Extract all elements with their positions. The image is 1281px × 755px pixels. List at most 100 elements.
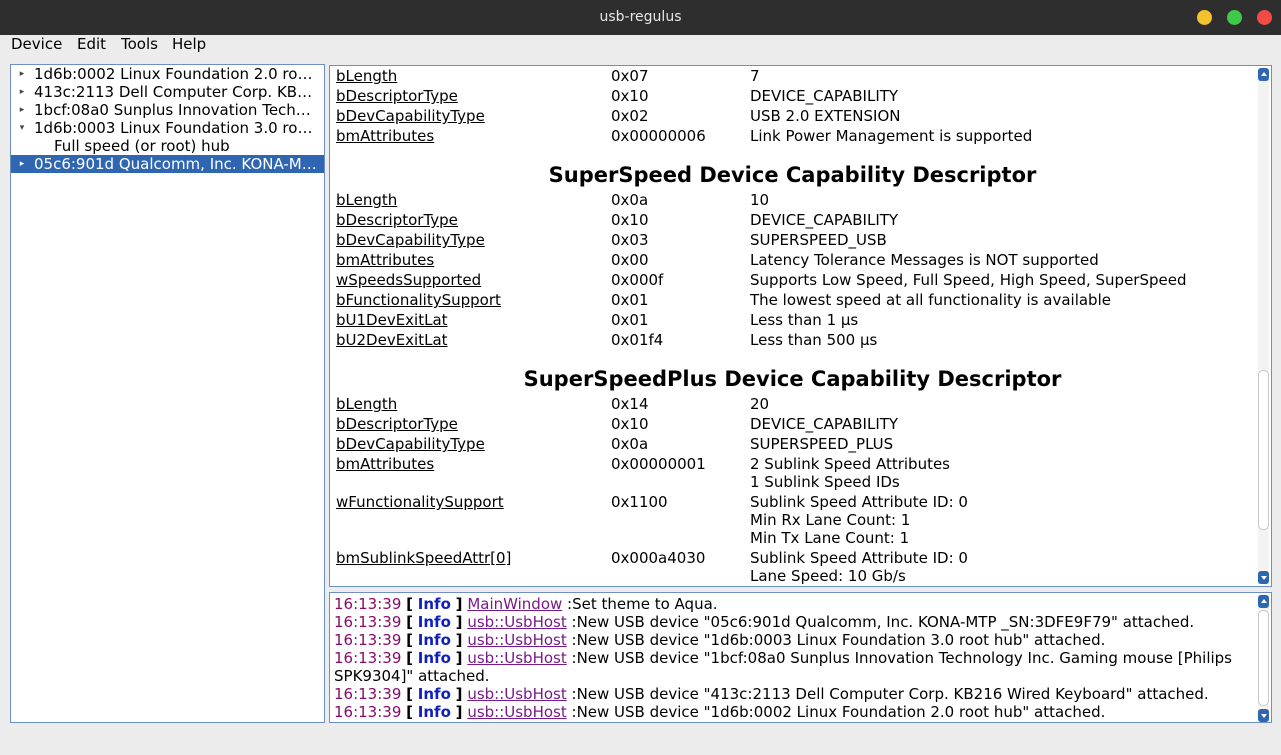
descriptor-row: bmAttributes 0x00000001 2 Sublink Speed At… [330,455,1255,473]
log-timestamp: 16:13:39 [334,595,402,613]
field-description: DEVICE_CAPABILITY [750,211,899,229]
log-timestamp: 16:13:39 [334,613,402,631]
field-value: 0x01 [611,291,649,309]
menu-edit[interactable]: Edit [77,35,106,55]
log-message: :Set theme to Aqua. [567,595,718,613]
scroll-down-arrow-icon[interactable] [1258,709,1269,722]
window-title: usb-regulus [599,9,682,25]
field-name-link[interactable]: bLength [336,191,397,209]
scroll-up-arrow-icon[interactable] [1258,68,1269,81]
log-bracket: [ [406,631,414,649]
field-name-link[interactable]: bDevCapabilityType [336,435,485,453]
field-description: USB 2.0 EXTENSION [750,107,901,125]
log-timestamp: 16:13:39 [334,649,402,667]
minimize-button[interactable] [1197,10,1212,25]
scroll-thumb[interactable] [1258,370,1269,530]
field-description: 2 Sublink Speed Attributes [750,455,950,473]
field-description: Less than 500 µs [750,331,878,349]
collapse-arrow-icon[interactable]: ▾ [17,119,27,137]
descriptor-row: bU2DevExitLat 0x01f4 Less than 500 µs [330,331,1255,349]
log-source-link[interactable]: usb::UsbHost [467,703,566,721]
field-name-link[interactable]: bDevCapabilityType [336,231,485,249]
log-entry: 16:13:39 [ Info ] usb::UsbHost :New USB … [334,685,1254,703]
log-bracket: [ [406,685,414,703]
log-message: :New USB device "413c:2113 Dell Computer… [571,685,1209,703]
log-source-link[interactable]: MainWindow [467,595,562,613]
expand-arrow-icon[interactable]: ▸ [17,65,27,83]
menu-bar: Device Edit Tools Help [0,35,1281,55]
expand-arrow-icon[interactable]: ▸ [17,83,27,101]
log-entry: 16:13:39 [ Info ] MainWindow :Set theme … [334,595,1254,613]
tree-item[interactable]: ▸ 1d6b:0002 Linux Foundation 2.0 ro… [11,65,324,83]
log-bracket: [ [406,595,414,613]
field-name-link[interactable]: wFunctionalitySupport [336,493,504,511]
field-name-link[interactable]: bLength [336,395,397,413]
menu-tools[interactable]: Tools [121,35,158,55]
log-level: Info [417,631,451,649]
tree-item[interactable]: ▸ 1bcf:08a0 Sunplus Innovation Techn… [11,101,324,119]
field-name-link[interactable]: bmAttributes [336,251,434,269]
log-bracket: ] [455,649,463,667]
log-level: Info [417,685,451,703]
log-timestamp: 16:13:39 [334,703,402,721]
log-timestamp: 16:13:39 [334,631,402,649]
log-source-link[interactable]: usb::UsbHost [467,631,566,649]
descriptor-row: Lane Speed: 10 Gb/s [330,567,1255,585]
descriptor-row: bU1DevExitLat 0x01 Less than 1 µs [330,311,1255,329]
field-value: 0x14 [611,395,649,413]
log-entry: 16:13:39 [ Info ] usb::UsbHost :New USB … [334,703,1254,721]
log-bracket: ] [455,703,463,721]
field-value: 0x01 [611,311,649,329]
field-value: 0x03 [611,231,649,249]
scroll-thumb[interactable] [1258,610,1269,706]
field-name-link[interactable]: bU2DevExitLat [336,331,448,349]
descriptor-row: bFunctionalitySupport 0x01 The lowest spee… [330,291,1255,309]
descriptor-row: bDescriptorType 0x10 DEVICE_CAPABILITY [330,211,1255,229]
device-tree[interactable]: ▸ 1d6b:0002 Linux Foundation 2.0 ro… ▸ 4… [10,64,325,723]
descriptor-row: wFunctionalitySupport 0x1100 Sublink Speed… [330,493,1255,511]
tree-item-child[interactable]: Full speed (or root) hub [11,137,324,155]
field-description: 1 Sublink Speed IDs [750,473,900,491]
details-scrollbar[interactable] [1258,68,1269,584]
log-message: :New USB device "1d6b:0003 Linux Foundat… [571,631,1106,649]
expand-arrow-icon[interactable]: ▸ [17,101,27,119]
field-name-link[interactable]: bFunctionalitySupport [336,291,501,309]
tree-item[interactable]: ▸ 413c:2113 Dell Computer Corp. KB… [11,83,324,101]
menu-device[interactable]: Device [11,35,62,55]
expand-arrow-icon[interactable]: ▸ [17,155,27,173]
menu-help[interactable]: Help [172,35,206,55]
section-title: SuperSpeed Device Capability Descriptor [548,163,1037,187]
descriptor-row: 1 Sublink Speed IDs [330,473,1255,491]
field-name-link[interactable]: bDescriptorType [336,87,458,105]
field-description: Sublink Speed Attribute ID: 0 [750,549,968,567]
field-description: Min Rx Lane Count: 1 [750,511,911,529]
log-level: Info [417,649,451,667]
log-scrollbar[interactable] [1258,595,1269,722]
tree-item[interactable]: ▾ 1d6b:0003 Linux Foundation 3.0 ro… [11,119,324,137]
close-button[interactable] [1257,10,1272,25]
field-description: 20 [750,395,770,413]
field-name-link[interactable]: bDevCapabilityType [336,107,485,125]
scroll-up-arrow-icon[interactable] [1258,595,1269,608]
field-name-link[interactable]: bU1DevExitLat [336,311,448,329]
log-source-link[interactable]: usb::UsbHost [467,649,566,667]
field-value: 0x000f [611,271,664,289]
field-name-link[interactable]: wSpeedsSupported [336,271,481,289]
log-source-link[interactable]: usb::UsbHost [467,685,566,703]
tree-item-selected[interactable]: ▸ 05c6:901d Qualcomm, Inc. KONA-M… [11,155,324,173]
field-description: 10 [750,191,770,209]
log-source-link[interactable]: usb::UsbHost [467,613,566,631]
descriptor-row: bDescriptorType 0x10 DEVICE_CAPABILITY [330,415,1255,433]
maximize-button[interactable] [1227,10,1242,25]
field-value: 0x0a [611,435,649,453]
field-name-link[interactable]: bmAttributes [336,127,434,145]
field-name-link[interactable]: bDescriptorType [336,415,458,433]
field-name-link[interactable]: bmSublinkSpeedAttr[0] [336,549,511,567]
field-name-link[interactable]: bLength [336,67,397,85]
scroll-down-arrow-icon[interactable] [1258,571,1269,584]
descriptor-row: bLength 0x0a 10 [330,191,1255,209]
field-value: 0x10 [611,211,649,229]
field-name-link[interactable]: bmAttributes [336,455,434,473]
descriptor-row: bLength 0x07 7 [330,67,1255,85]
field-name-link[interactable]: bDescriptorType [336,211,458,229]
